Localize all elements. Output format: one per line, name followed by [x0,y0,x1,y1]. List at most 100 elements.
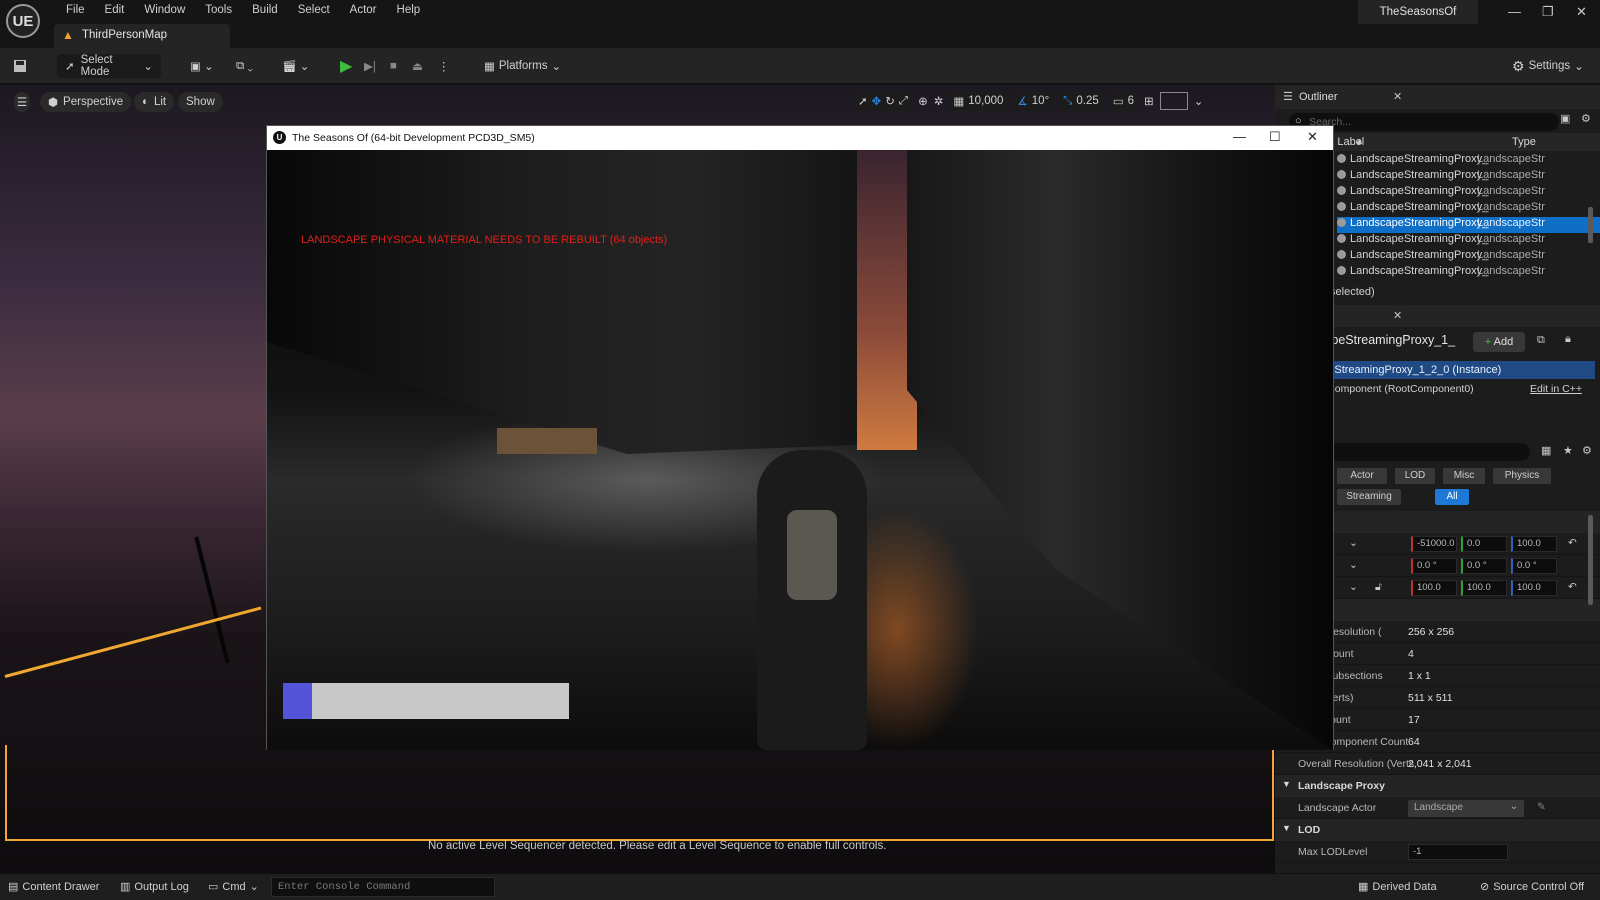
rotation-y-field[interactable]: 0.0 ° [1461,558,1507,574]
filter-physics[interactable]: Physics [1493,468,1551,484]
rotate-tool-icon[interactable]: ↻ [885,94,895,108]
gear-icon[interactable]: ⚙ [1582,444,1592,457]
play-button[interactable]: ▶ [340,54,352,78]
scale-snap-toggle[interactable]: ⤡ 0.25 [1059,91,1103,111]
menu-edit[interactable]: Edit [95,3,135,17]
location-z-field[interactable]: 100.0 [1511,536,1557,552]
lock-icon[interactable]: 🔓︎ [1375,581,1382,594]
close-icon[interactable]: ✕ [1307,129,1318,145]
blueprint-icon[interactable]: ⧉ [1537,334,1545,347]
star-icon[interactable]: ★ [1563,444,1573,457]
lock-icon[interactable]: 🔒︎ [1565,333,1571,346]
viewport-layout-icon[interactable] [1159,92,1188,110]
show-button[interactable]: Show [178,92,223,112]
rotation-z-field[interactable]: 0.0 ° [1511,558,1557,574]
menu-window[interactable]: Window [134,3,195,17]
maximize-icon[interactable]: ☐ [1269,129,1281,145]
folder-add-icon[interactable]: ▣ [1560,112,1570,125]
filter-streaming[interactable]: Streaming [1337,489,1401,505]
gear-icon[interactable]: ⚙ [1581,112,1591,125]
grid-snap-toggle[interactable]: ▦ 10,000 [949,91,1008,111]
world-space-icon[interactable]: ⊕ [918,94,928,108]
chevron-down-icon[interactable]: ⌄ [1349,581,1358,593]
outliner-row[interactable]: LandscapeStreamingProxy_ LandscapeStr [1337,185,1600,201]
outliner-row[interactable]: LandscapeStreamingProxy_ LandscapeStr [1337,201,1600,217]
derived-data-button[interactable]: ▦ Derived Data [1358,880,1437,894]
eyedropper-icon[interactable]: ✎ [1537,801,1546,813]
blueprint-button[interactable]: ⧉ ⌄ [236,54,253,78]
console-command-input[interactable]: Enter Console Command [271,877,495,897]
location-x-field[interactable]: -51000.0 [1411,536,1457,552]
layout-icon[interactable]: ⊞ [1144,94,1154,108]
outliner-row[interactable]: LandscapeStreamingProxy_ LandscapeStr [1337,249,1600,265]
max-lod-field[interactable]: -1 [1408,844,1508,860]
filter-actor[interactable]: Actor [1337,468,1387,484]
landscape-actor-dropdown[interactable]: Landscape ⌄ [1408,800,1524,817]
lit-button[interactable]: ◐ Lit [134,92,175,112]
save-icon[interactable] [12,54,28,78]
details-scrollbar[interactable] [1588,515,1593,605]
reset-icon[interactable]: ↶ [1568,537,1577,549]
surface-snap-icon[interactable]: ✲ [934,94,944,108]
game-scene[interactable]: LANDSCAPE PHYSICAL MATERIAL NEEDS TO BE … [267,150,1333,750]
rotation-x-field[interactable]: 0.0 ° [1411,558,1457,574]
resume-button[interactable]: ▶| [364,54,376,78]
cmd-dropdown[interactable]: ▭ Cmd ⌄ [208,880,259,894]
eject-button[interactable]: ⏏ [412,54,423,78]
landscape-proxy-category[interactable]: ▼ Landscape Proxy [1275,775,1600,797]
outliner-row[interactable]: LandscapeStreamingProxy_ LandscapeStr [1337,233,1600,249]
close-outliner-icon[interactable]: ✕ [1393,90,1402,103]
outliner-row[interactable]: LandscapeStreamingProxy_ LandscapeStr [1337,169,1600,185]
lod-category[interactable]: ▼ LOD [1275,819,1600,841]
outliner-row[interactable]: LandscapeStreamingProxy_ LandscapeStr [1337,153,1600,169]
menu-tools[interactable]: Tools [195,3,242,17]
outliner-row-selected[interactable]: LandscapeStreamingProxy_ LandscapeStr [1337,217,1600,233]
scale-tool-icon[interactable]: ⤢ [899,95,908,108]
type-column[interactable]: Type [1512,136,1536,148]
unreal-logo-icon[interactable]: UE [6,4,40,38]
filter-all[interactable]: All [1435,489,1469,505]
output-log-button[interactable]: ▥ Output Log [120,880,189,894]
table-view-icon[interactable]: ▦ [1541,444,1551,457]
add-actor-button[interactable]: ▣ ⌄ [190,54,214,78]
menu-file[interactable]: File [56,3,95,17]
stop-button[interactable]: ■ [390,54,397,78]
more-options-button[interactable]: ⋮ [438,54,450,78]
translate-tool-icon[interactable]: ✥ [872,94,882,108]
minimize-icon[interactable]: — [1508,4,1521,19]
select-mode-dropdown[interactable]: ➚ Select Mode ⌄ [57,54,161,78]
menu-help[interactable]: Help [387,3,431,17]
chevron-down-icon[interactable]: ⌄ [1194,94,1204,108]
menu-select[interactable]: Select [288,3,340,17]
tab-map[interactable]: ▲ ThirdPersonMap [54,24,230,48]
scale-y-field[interactable]: 100.0 [1461,580,1507,596]
outliner-tab[interactable]: ☰ Outliner ✕ [1275,85,1600,109]
outliner-scrollbar[interactable] [1588,207,1593,243]
scale-x-field[interactable]: 100.0 [1411,580,1457,596]
edit-cpp-link[interactable]: Edit in C++ [1530,383,1582,395]
outliner-row[interactable]: LandscapeStreamingProxy_ LandscapeStr [1337,265,1600,281]
game-window[interactable]: U The Seasons Of (64-bit Development PCD… [266,125,1334,750]
chevron-down-icon[interactable]: ⌄ [1349,559,1358,571]
perspective-button[interactable]: ⬢ Perspective [40,92,132,112]
restore-icon[interactable]: ❐ [1542,4,1554,20]
minimize-icon[interactable]: — [1233,129,1246,144]
close-icon[interactable]: ✕ [1576,4,1587,20]
rotation-snap-toggle[interactable]: ∡ 10° [1013,91,1054,111]
add-component-button[interactable]: + Add [1473,332,1525,352]
reset-icon[interactable]: ↶ [1568,581,1577,593]
settings-button[interactable]: ⚙ Settings ⌄ [1512,54,1584,78]
menu-build[interactable]: Build [242,3,288,17]
details-search-input[interactable]: ch [1305,443,1530,461]
filter-lod[interactable]: LOD [1395,468,1435,484]
select-tool-icon[interactable]: ➚ [858,94,868,108]
source-control-button[interactable]: ⊘ Source Control Off [1480,880,1584,894]
cinematics-button[interactable]: 🎬︎ ⌄ [282,54,309,78]
content-drawer-button[interactable]: ▤ Content Drawer [8,880,99,894]
filter-misc[interactable]: Misc [1443,468,1485,484]
platforms-dropdown[interactable]: ▦ Platforms ⌄ [484,54,561,78]
chevron-down-icon[interactable]: ⌄ [1349,537,1358,549]
instance-row[interactable]: scapeStreamingProxy_1_2_0 (Instance) [1305,361,1595,379]
close-details-icon[interactable]: ✕ [1393,309,1402,322]
camera-speed-button[interactable]: ▭ 6 [1108,91,1139,111]
